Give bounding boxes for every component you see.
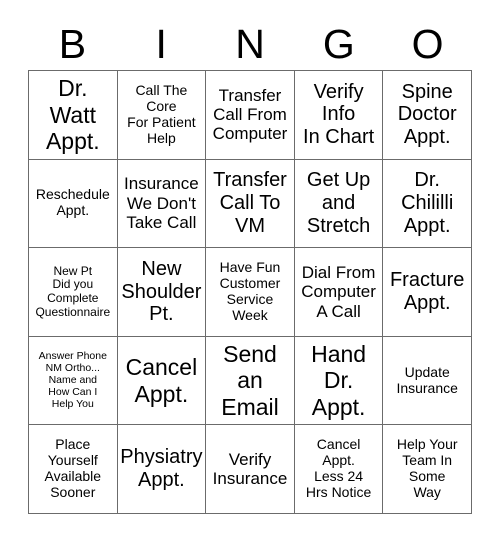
bingo-cell[interactable]: Help Your Team In Some Way (383, 425, 472, 514)
bingo-cell-label: Update Insurance (396, 363, 458, 396)
bingo-cell[interactable]: Fracture Appt. (383, 248, 472, 337)
bingo-cell[interactable]: Update Insurance (383, 336, 472, 426)
bingo-cell-label: Help Your Team In Some Way (396, 436, 458, 501)
bingo-cell-label: Cancel Appt. Less 24 Hrs Notice (305, 436, 372, 501)
bingo-cell[interactable]: Get Up and Stretch (294, 159, 384, 249)
bingo-cell[interactable]: Call The Core For Patient Help (117, 71, 207, 160)
bingo-cell[interactable]: Dr. Watt Appt. (29, 71, 118, 160)
bingo-cell[interactable]: Dr. Chililli Appt. (383, 159, 472, 249)
bingo-cell-label: Dr. Chililli Appt. (401, 169, 454, 237)
bingo-cell-label: Have Fun Customer Service Week (219, 259, 281, 323)
bingo-cell[interactable]: Transfer Call To VM (206, 159, 295, 249)
bingo-cell[interactable]: Verify Info In Chart (294, 71, 384, 160)
bingo-cell-label: New Shoulder Pt. (121, 257, 202, 326)
bingo-cell[interactable]: Reschedule Appt. (29, 159, 118, 249)
bingo-cell-label: Dr. Watt Appt. (45, 75, 100, 154)
bingo-cell[interactable]: Physiatry Appt. (117, 425, 207, 514)
bingo-header-row: B I N G O (28, 18, 472, 70)
header-letter-g: G (322, 20, 355, 67)
bingo-cell[interactable]: Dial From Computer A Call (294, 248, 384, 337)
bingo-cell-label: Reschedule Appt. (35, 186, 110, 219)
bingo-cell-label: Call The Core For Patient Help (127, 81, 196, 146)
bingo-cell-label: Verify Info In Chart (303, 80, 375, 149)
bingo-cell[interactable]: Insurance We Don't Take Call (117, 159, 207, 249)
bingo-cell-label: Transfer Call From Computer (212, 85, 288, 144)
header-letter-i: I (155, 20, 167, 67)
bingo-cell[interactable]: Have Fun Customer Service Week (206, 248, 295, 337)
bingo-cell[interactable]: Verify Insurance (206, 425, 295, 514)
bingo-cell[interactable]: Transfer Call From Computer (206, 71, 295, 160)
header-letter-o: O (411, 20, 444, 67)
bingo-cell-label: Get Up and Stretch (306, 169, 371, 237)
bingo-cell-label: Place Yourself Available Sooner (44, 436, 102, 501)
bingo-card: B I N G O Dr. Watt Appt. Call The Core F… (0, 0, 500, 544)
bingo-cell-label: Verify Insurance (212, 449, 288, 489)
header-letter-n: N (235, 20, 265, 67)
bingo-cell-label: Fracture Appt. (389, 269, 465, 314)
bingo-cell-label: Physiatry Appt. (120, 446, 203, 492)
bingo-cell-label: Send an Email (221, 341, 279, 420)
bingo-cell-label: Insurance We Don't Take Call (124, 174, 199, 233)
bingo-cell-label: New Pt Did you Complete Questionnaire (35, 263, 111, 319)
bingo-cell[interactable]: Send an Email (206, 336, 295, 426)
bingo-cell-label: Spine Doctor Appt. (397, 80, 457, 149)
bingo-cell-label: Cancel Appt. (125, 354, 198, 407)
bingo-cell-label: Dial From Computer A Call (301, 262, 376, 321)
bingo-cell[interactable]: New Shoulder Pt. (117, 248, 207, 337)
bingo-cell[interactable]: Cancel Appt. (117, 336, 207, 426)
bingo-cell[interactable]: New Pt Did you Complete Questionnaire (29, 248, 118, 337)
bingo-cell-label: Answer Phone NM Ortho... Name and How Ca… (38, 349, 107, 410)
header-letter-b: B (58, 20, 87, 67)
bingo-cell[interactable]: Cancel Appt. Less 24 Hrs Notice (294, 425, 384, 514)
bingo-cell-label: Hand Dr. Appt. (311, 341, 367, 420)
bingo-cell[interactable]: Hand Dr. Appt. (294, 336, 384, 426)
bingo-cell[interactable]: Place Yourself Available Sooner (29, 425, 118, 514)
bingo-cell[interactable]: Spine Doctor Appt. (383, 71, 472, 160)
bingo-cell[interactable]: Answer Phone NM Ortho... Name and How Ca… (29, 336, 118, 426)
bingo-cell-label: Transfer Call To VM (213, 169, 287, 237)
bingo-grid: Dr. Watt Appt. Call The Core For Patient… (28, 70, 472, 514)
